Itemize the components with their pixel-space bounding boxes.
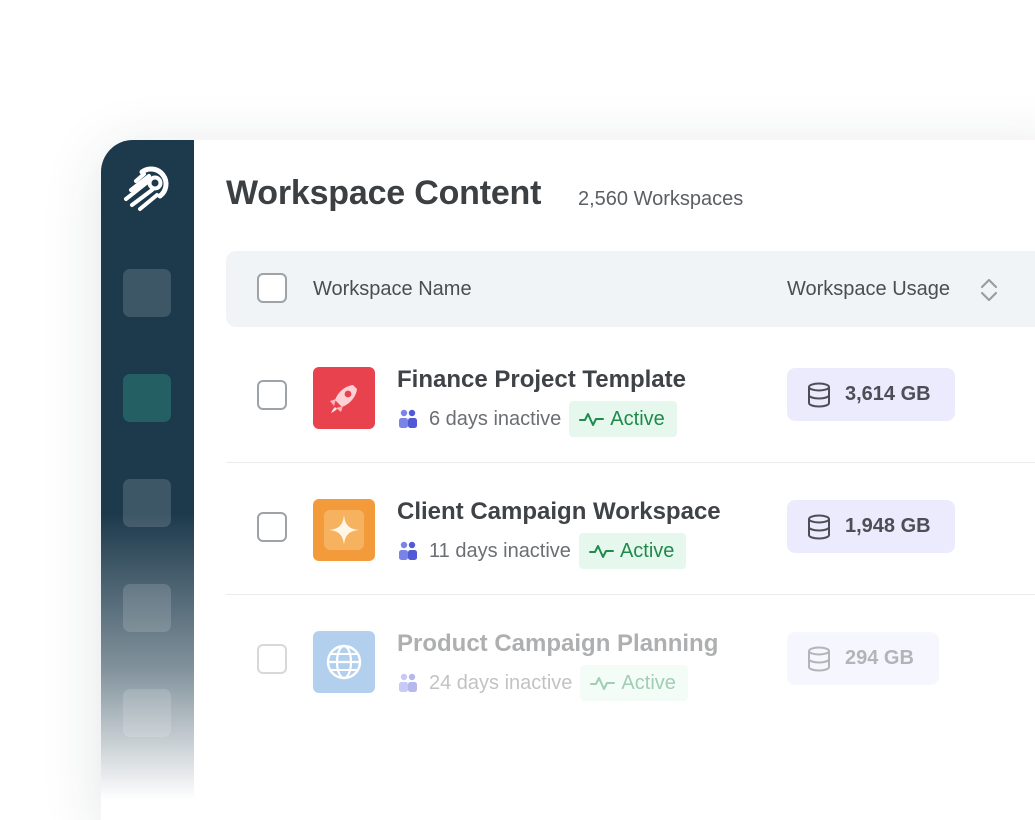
inactive-duration: 24 days inactive [429, 671, 573, 694]
status-label: Active [610, 407, 665, 430]
nav-item-1[interactable] [123, 269, 171, 317]
sort-icon[interactable] [978, 275, 1000, 305]
status-badge: Active [580, 665, 688, 701]
status-badge: Active [569, 401, 677, 437]
globe-icon [313, 631, 375, 693]
status-label: Active [619, 539, 675, 562]
database-icon [808, 514, 830, 540]
nav-item-5[interactable] [123, 689, 171, 737]
table-row[interactable]: Finance Project Template 6 days inactive… [226, 331, 1035, 463]
rocket-icon [313, 367, 375, 429]
select-all-checkbox[interactable] [257, 273, 287, 303]
workspace-meta: 11 days inactive Active [397, 533, 687, 569]
nav-item-4[interactable] [123, 584, 171, 632]
database-icon [808, 646, 830, 672]
row-checkbox[interactable] [257, 380, 287, 410]
usage-badge: 294 GB [787, 632, 939, 685]
usage-value: 1,948 GB [845, 515, 931, 537]
workspace-name[interactable]: Client Campaign Workspace [397, 498, 721, 526]
activity-icon [590, 677, 616, 690]
activity-icon [588, 545, 614, 558]
usage-badge: 3,614 GB [787, 368, 955, 421]
logo-icon[interactable] [120, 164, 172, 212]
sidebar [101, 140, 194, 820]
table-row[interactable]: Client Campaign Workspace 11 days inacti… [226, 463, 1035, 595]
people-icon [399, 409, 417, 428]
workspace-name[interactable]: Finance Project Template [397, 366, 686, 394]
table-header: Workspace Name Workspace Usage [226, 251, 1035, 327]
workspace-meta: 6 days inactive Active [397, 401, 677, 437]
nav-item-3[interactable] [123, 479, 171, 527]
main-content: Workspace Content 2,560 Workspaces Works… [194, 140, 1035, 820]
nav-item-2-active[interactable] [123, 374, 171, 422]
workspace-meta: 24 days inactive Active [397, 665, 688, 701]
people-icon [399, 673, 417, 692]
usage-value: 294 GB [845, 647, 914, 669]
people-icon [399, 541, 417, 560]
inactive-duration: 6 days inactive [429, 407, 562, 430]
usage-badge: 1,948 GB [787, 500, 955, 553]
database-icon [808, 382, 830, 408]
app-window: Workspace Content 2,560 Workspaces Works… [101, 140, 1035, 820]
table-row[interactable]: Product Campaign Planning 24 days inacti… [226, 595, 1035, 727]
status-badge: Active [578, 533, 687, 569]
usage-value: 3,614 GB [845, 383, 931, 405]
workspace-name[interactable]: Product Campaign Planning [397, 630, 718, 658]
row-checkbox[interactable] [257, 512, 287, 542]
inactive-duration: 11 days inactive [429, 539, 571, 562]
workspace-count: 2,560 Workspaces [578, 188, 744, 210]
sparkle-icon [313, 499, 375, 561]
row-checkbox[interactable] [257, 644, 287, 674]
activity-icon [579, 413, 605, 426]
page-title: Workspace Content [226, 174, 542, 212]
status-label: Active [621, 671, 676, 694]
column-header-name[interactable]: Workspace Name [313, 278, 472, 301]
column-header-usage[interactable]: Workspace Usage [787, 278, 950, 301]
